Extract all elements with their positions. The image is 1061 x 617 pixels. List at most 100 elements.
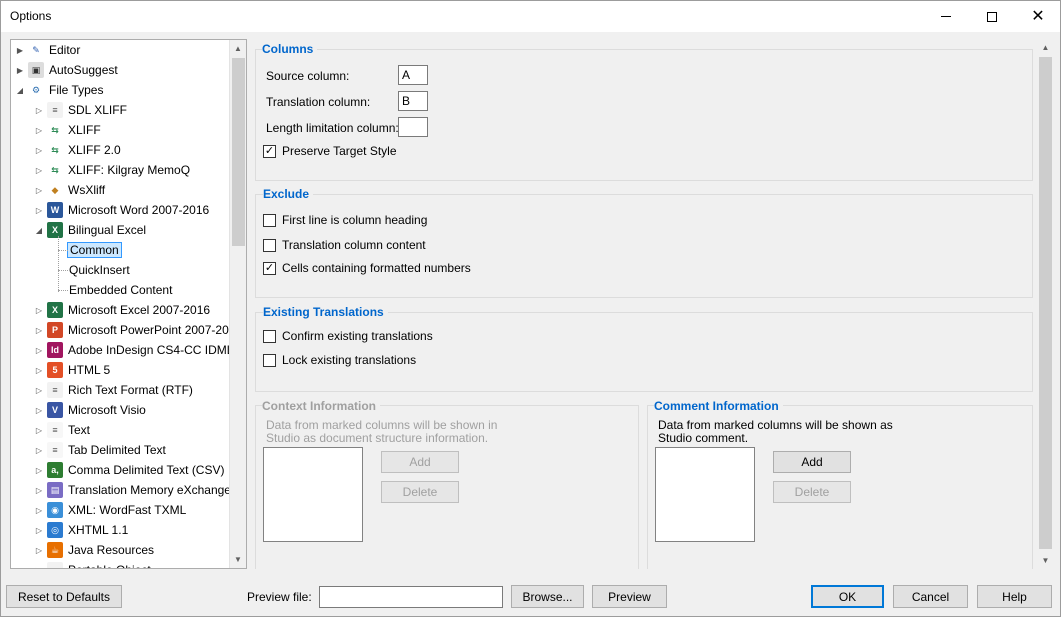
tree-scroll-thumb[interactable] — [232, 58, 245, 246]
close-button[interactable]: ✕ — [1015, 1, 1061, 32]
expand-arrow-icon[interactable]: ▷ — [34, 540, 44, 560]
context-columns-list[interactable] — [263, 447, 363, 542]
context-add-button[interactable]: Add — [381, 451, 459, 473]
expand-arrow-icon[interactable]: ▷ — [34, 340, 44, 360]
tree-item-label: Translation Memory eXchange — [68, 483, 229, 497]
settings-scrollbar[interactable]: ▲ ▼ — [1037, 39, 1054, 569]
tree-item[interactable]: ▷ ◉ XML: WordFast TXML — [34, 500, 188, 520]
expand-arrow-icon[interactable]: ▷ — [34, 320, 44, 340]
expand-arrow-icon[interactable]: ▷ — [34, 160, 44, 180]
expand-arrow-icon[interactable]: ▷ — [34, 380, 44, 400]
indesign-icon: Id — [47, 342, 63, 358]
tree-item[interactable]: ▷ ⇆ XLIFF: Kilgray MemoQ — [34, 160, 192, 180]
translation-column-field[interactable]: B — [398, 91, 428, 111]
tree-item[interactable]: ▷ ⇆ XLIFF — [34, 120, 103, 140]
tree-item[interactable]: ▷ ⇆ XLIFF 2.0 — [34, 140, 123, 160]
checkbox-box[interactable]: ✓ — [263, 144, 276, 158]
scroll-down-icon[interactable]: ▼ — [230, 551, 246, 568]
reset-to-defaults-button[interactable]: Reset to Defaults — [6, 585, 122, 608]
source-column-field[interactable]: A — [398, 65, 428, 85]
tree-item[interactable]: ▷ V Microsoft Visio — [34, 400, 148, 420]
browse-button[interactable]: Browse... — [511, 585, 584, 608]
ok-button[interactable]: OK — [811, 585, 884, 608]
tree-item[interactable]: ▶ ✎ Editor — [15, 40, 82, 60]
tree-item-label: Microsoft Excel 2007-2016 — [68, 303, 211, 317]
tree-item[interactable]: ▷ ≡ Tab Delimited Text — [34, 440, 168, 460]
context-delete-button[interactable]: Delete — [381, 481, 459, 503]
minimize-button[interactable] — [923, 1, 969, 32]
expand-arrow-icon[interactable]: ▷ — [34, 400, 44, 420]
length-limitation-field[interactable] — [398, 117, 428, 137]
expand-arrow-icon[interactable]: ▷ — [34, 100, 44, 120]
tree-item[interactable]: ▷ ≡ SDL XLIFF — [34, 100, 129, 120]
tree-item-label: WsXliff — [68, 183, 106, 197]
expand-arrow-icon[interactable]: ▷ — [34, 560, 44, 569]
tree-item[interactable]: ▷ ▤ Translation Memory eXchange — [34, 480, 229, 500]
xliff-icon: ⇆ — [47, 162, 63, 178]
expand-arrow-icon[interactable]: ▷ — [34, 140, 44, 160]
expand-arrow-icon[interactable]: ▷ — [34, 180, 44, 200]
tree-item[interactable]: ▷ Id Adobe InDesign CS4-CC IDML — [34, 340, 229, 360]
preview-file-field[interactable] — [319, 586, 503, 608]
xliff-icon: ⇆ — [47, 122, 63, 138]
checkbox-box[interactable] — [263, 238, 276, 252]
pencil-icon: ✎ — [32, 44, 40, 55]
cancel-button[interactable]: Cancel — [893, 585, 968, 608]
first-line-heading-checkbox[interactable]: First line is column heading — [263, 213, 427, 227]
text-icon: ≡ — [47, 422, 63, 438]
maximize-button[interactable] — [969, 1, 1015, 32]
help-button[interactable]: Help — [977, 585, 1052, 608]
checkbox-box[interactable]: ✓ — [263, 261, 276, 275]
expand-arrow-icon[interactable]: ▷ — [34, 360, 44, 380]
expand-arrow-icon[interactable]: ▷ — [34, 520, 44, 540]
settings-scroll-thumb[interactable] — [1039, 57, 1052, 549]
tree-item-label: Embedded Content — [69, 283, 173, 297]
expand-arrow-icon[interactable]: ▷ — [34, 120, 44, 140]
tree-item[interactable]: ◢ X Bilingual Excel — [34, 220, 148, 240]
formatted-numbers-checkbox[interactable]: ✓ Cells containing formatted numbers — [263, 261, 471, 275]
tree-item[interactable]: ▷ W Microsoft Word 2007-2016 — [34, 200, 211, 220]
expand-arrow-icon[interactable]: ▷ — [34, 440, 44, 460]
expand-arrow-icon[interactable]: ▶ — [15, 60, 25, 80]
comment-delete-button[interactable]: Delete — [773, 481, 851, 503]
tree-scrollbar[interactable]: ▲ ▼ — [229, 40, 246, 568]
expand-arrow-icon[interactable]: ▷ — [34, 200, 44, 220]
tree-item[interactable]: ▷≡Portable Object — [34, 560, 153, 568]
tree-item[interactable]: ▷ ≡ Rich Text Format (RTF) — [34, 380, 195, 400]
tree-item[interactable]: ▷ a, Comma Delimited Text (CSV) — [34, 460, 226, 480]
tree-item[interactable]: ▷ ◆ WsXliff — [34, 180, 107, 200]
comment-add-button[interactable]: Add — [773, 451, 851, 473]
tree-item[interactable]: ◢ ⚙ File Types — [15, 80, 105, 100]
checkbox-box[interactable] — [263, 329, 276, 343]
checkbox-box[interactable] — [263, 213, 276, 227]
expand-arrow-icon[interactable]: ▶ — [15, 40, 25, 60]
tree-item[interactable]: Embedded Content — [53, 280, 174, 300]
tree-item[interactable]: ▷ ≡ Text — [34, 420, 92, 440]
expand-arrow-icon[interactable]: ▷ — [34, 300, 44, 320]
tree-item[interactable]: ▶ ▣ AutoSuggest — [15, 60, 120, 80]
translation-column-content-checkbox[interactable]: Translation column content — [263, 238, 426, 252]
preview-button[interactable]: Preview — [592, 585, 667, 608]
expand-arrow-icon[interactable]: ▷ — [34, 500, 44, 520]
preserve-target-style-checkbox[interactable]: ✓ Preserve Target Style — [263, 144, 397, 158]
tree-item-label: Microsoft PowerPoint 2007-20 — [68, 323, 229, 337]
expand-arrow-icon[interactable]: ▷ — [34, 420, 44, 440]
filetypes-icon: ⚙ — [31, 84, 41, 95]
tree-item[interactable]: ▷ P Microsoft PowerPoint 2007-20 — [34, 320, 229, 340]
tree-item[interactable]: ▷ 5 HTML 5 — [34, 360, 112, 380]
expanded-arrow-icon[interactable]: ◢ — [34, 220, 44, 240]
expanded-arrow-icon[interactable]: ◢ — [15, 80, 25, 100]
tree-item[interactable]: ▷ ☕ Java Resources — [34, 540, 156, 560]
tree-item[interactable]: ▷ ◎ XHTML 1.1 — [34, 520, 130, 540]
scroll-up-icon[interactable]: ▲ — [1037, 39, 1054, 56]
expand-arrow-icon[interactable]: ▷ — [34, 480, 44, 500]
scroll-down-icon[interactable]: ▼ — [1037, 552, 1054, 569]
confirm-existing-checkbox[interactable]: Confirm existing translations — [263, 329, 433, 343]
scroll-up-icon[interactable]: ▲ — [230, 40, 246, 57]
maximize-icon — [987, 11, 997, 22]
checkbox-box[interactable] — [263, 353, 276, 367]
comment-columns-list[interactable] — [655, 447, 755, 542]
tree-item[interactable]: ▷ X Microsoft Excel 2007-2016 — [34, 300, 212, 320]
expand-arrow-icon[interactable]: ▷ — [34, 460, 44, 480]
lock-existing-checkbox[interactable]: Lock existing translations — [263, 353, 416, 367]
